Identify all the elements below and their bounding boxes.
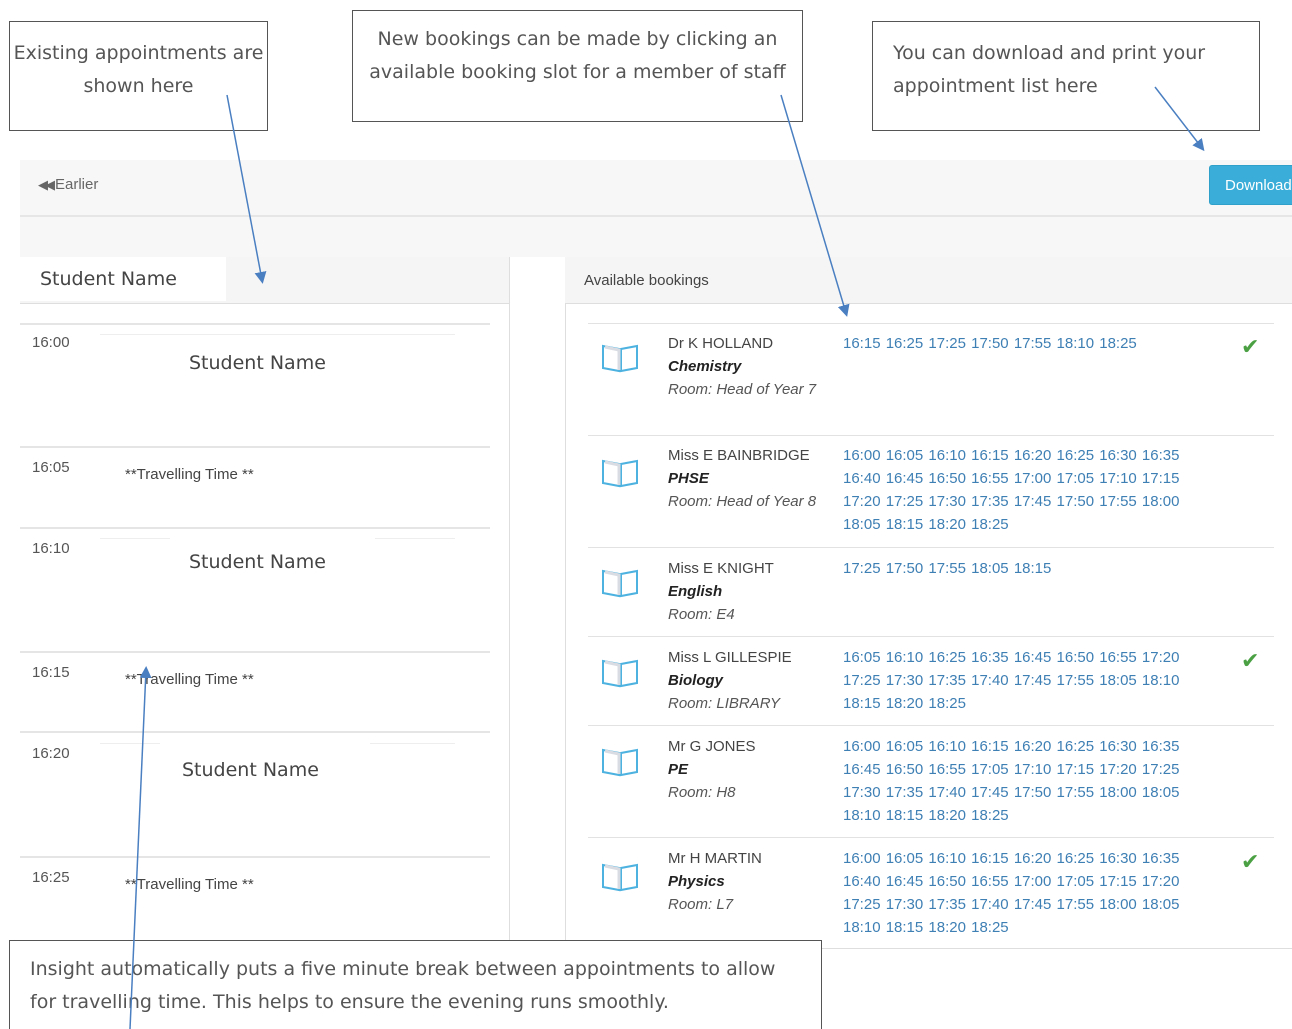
callout-travelling-time: Insight automatically puts a five minute… [9, 940, 822, 1029]
row-divider [588, 725, 1274, 726]
travelling-time-label: **Travelling Time ** [125, 466, 254, 483]
callout-download: You can download and print your appointm… [872, 21, 1260, 131]
slot-divider [375, 538, 455, 539]
slot-time: 16:10 [32, 540, 70, 557]
slot-divider [100, 538, 170, 539]
book-icon [602, 569, 638, 598]
teacher-info: Miss E KNIGHT English Room: E4 [668, 557, 828, 626]
slot-divider [100, 334, 455, 335]
row-divider [588, 547, 1274, 548]
teacher-name: Miss E KNIGHT [668, 560, 774, 577]
slot-time: 16:25 [32, 869, 70, 886]
toolbar-spacer [20, 217, 1292, 257]
teacher-room: Room: Head of Year 8 [668, 493, 817, 510]
booking-slot-times[interactable]: 17:25 17:50 17:55 18:05 18:15 [843, 557, 1213, 580]
teacher-info: Mr G JONES PE Room: H8 [668, 735, 828, 804]
booking-slot-times[interactable]: 16:00 16:05 16:10 16:15 16:20 16:25 16:3… [843, 735, 1213, 827]
book-icon [602, 748, 638, 777]
teacher-info: Miss L GILLESPIE Biology Room: LIBRARY [668, 646, 828, 715]
slot-divider [20, 446, 490, 448]
teacher-subject: PE [668, 761, 689, 778]
row-divider [588, 837, 1274, 838]
teacher-room: Room: LIBRARY [668, 695, 780, 712]
teacher-name: Miss E BAINBRIDGE [668, 447, 810, 464]
teacher-info: Dr K HOLLAND Chemistry Room: Head of Yea… [668, 332, 828, 401]
slot-divider [370, 743, 455, 744]
earlier-button[interactable]: ◀◀ Earlier [38, 176, 98, 193]
travelling-time-label: **Travelling Time ** [125, 876, 254, 893]
travelling-time-label: **Travelling Time ** [125, 671, 254, 688]
teacher-subject: English [668, 583, 723, 600]
check-icon: ✔ [1241, 334, 1260, 359]
student-name-tab[interactable]: Student Name [20, 257, 226, 301]
teacher-info: Miss E BAINBRIDGE PHSE Room: Head of Yea… [668, 444, 828, 513]
teacher-name: Mr H MARTIN [668, 850, 762, 867]
row-divider [588, 636, 1274, 637]
slot-time: 16:15 [32, 664, 70, 681]
booking-slot-times[interactable]: 16:15 16:25 17:25 17:50 17:55 18:10 18:2… [843, 332, 1213, 355]
booking-slot-times[interactable]: 16:00 16:05 16:10 16:15 16:20 16:25 16:3… [843, 444, 1213, 536]
teacher-subject: Physics [668, 873, 725, 890]
slot-divider [100, 743, 160, 744]
slot-time: 16:05 [32, 459, 70, 476]
toolbar [20, 160, 1292, 217]
teacher-room: Room: Head of Year 7 [668, 381, 817, 398]
teacher-info: Mr H MARTIN Physics Room: L7 [668, 847, 828, 916]
booking-slot-times[interactable]: 16:00 16:05 16:10 16:15 16:20 16:25 16:3… [843, 847, 1213, 939]
slot-divider [20, 651, 490, 653]
appointment-student[interactable]: Student Name [189, 352, 326, 374]
book-icon [602, 863, 638, 892]
teacher-room: Room: L7 [668, 896, 734, 913]
slot-divider [20, 856, 490, 858]
book-icon [602, 459, 638, 488]
slot-time: 16:00 [32, 334, 70, 351]
teacher-room: Room: H8 [668, 784, 736, 801]
callout-existing-appointments: Existing appointments are shown here [9, 21, 268, 131]
callout-new-bookings: New bookings can be made by clicking an … [352, 10, 803, 122]
book-icon [602, 344, 638, 373]
row-divider [588, 323, 1274, 324]
teacher-subject: Biology [668, 672, 723, 689]
teacher-subject: PHSE [668, 470, 709, 487]
slot-divider [20, 527, 490, 529]
download-button[interactable]: Download [1209, 165, 1292, 205]
teacher-subject: Chemistry [668, 358, 742, 375]
teacher-name: Mr G JONES [668, 738, 756, 755]
booking-slot-times[interactable]: 16:05 16:10 16:25 16:35 16:45 16:50 16:5… [843, 646, 1213, 715]
check-icon: ✔ [1241, 849, 1260, 874]
available-bookings-title: Available bookings [584, 272, 709, 289]
double-chevron-left-icon: ◀◀ [38, 176, 55, 192]
teacher-room: Room: E4 [668, 606, 735, 623]
slot-divider [20, 731, 490, 733]
appointment-student[interactable]: Student Name [189, 551, 326, 573]
row-divider [588, 435, 1274, 436]
slot-divider [20, 323, 490, 325]
teacher-name: Dr K HOLLAND [668, 335, 774, 352]
slot-time: 16:20 [32, 745, 70, 762]
teacher-name: Miss L GILLESPIE [668, 649, 792, 666]
book-icon [602, 659, 638, 688]
earlier-label: Earlier [55, 176, 99, 193]
check-icon: ✔ [1241, 648, 1260, 673]
appointment-student[interactable]: Student Name [182, 759, 319, 781]
